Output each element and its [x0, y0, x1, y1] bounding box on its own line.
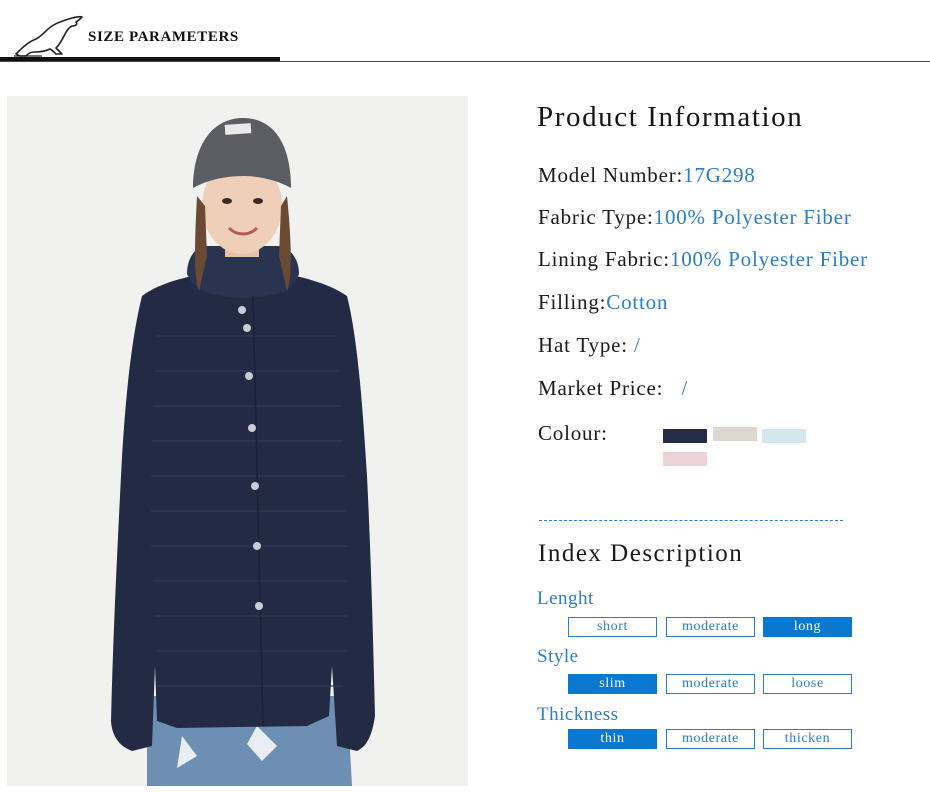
- filling-row: Filling:Cotton: [538, 290, 668, 315]
- index-description-title: Index Description: [538, 540, 744, 567]
- row-label: Market Price:: [538, 376, 682, 400]
- bear-logo-icon: [14, 15, 83, 57]
- colour-label: Colour:: [538, 421, 608, 445]
- market-price-row: Market Price: /: [538, 376, 688, 401]
- section-divider: [539, 520, 843, 521]
- hat-type-row: Hat Type: /: [538, 333, 641, 358]
- row-label: Hat Type:: [538, 333, 634, 357]
- row-label: Lining Fabric:: [538, 247, 670, 271]
- product-information-title: Product Information: [537, 101, 804, 133]
- option-style-slim[interactable]: slim: [568, 674, 657, 694]
- lining-fabric-row: Lining Fabric:100% Polyester Fiber: [538, 247, 868, 272]
- header-divider: [0, 61, 930, 62]
- option-style-loose[interactable]: loose: [763, 674, 852, 694]
- row-value: /: [633, 333, 641, 357]
- option-style-moderate[interactable]: moderate: [666, 674, 755, 694]
- row-label: Filling:: [538, 290, 607, 314]
- colour-swatch-navy[interactable]: [663, 429, 707, 443]
- option-thickness-thin[interactable]: thin: [568, 729, 657, 749]
- colour-swatch-lightblue[interactable]: [762, 429, 806, 443]
- row-value: 100% Polyester Fiber: [653, 205, 852, 229]
- option-thickness-moderate[interactable]: moderate: [666, 729, 755, 749]
- section-title: SIZE PARAMETERS: [88, 29, 239, 45]
- colour-swatch-beige[interactable]: [713, 427, 757, 441]
- colour-swatch-pink[interactable]: [663, 452, 707, 466]
- option-thickness-thicken[interactable]: thicken: [763, 729, 852, 749]
- row-value: 100% Polyester Fiber: [669, 247, 868, 271]
- category-thickness-label: Thickness: [537, 704, 619, 725]
- option-length-moderate[interactable]: moderate: [666, 617, 755, 637]
- option-length-long[interactable]: long: [763, 617, 852, 637]
- row-value: 17G298: [683, 163, 756, 187]
- category-style-label: Style: [537, 646, 579, 667]
- row-label: Model Number:: [538, 163, 684, 187]
- option-length-short[interactable]: short: [568, 617, 657, 637]
- row-label: Fabric Type:: [538, 205, 654, 229]
- model-number-row: Model Number:17G298: [538, 163, 756, 188]
- product-photo: [7, 96, 468, 786]
- row-value: Cotton: [606, 290, 669, 314]
- category-length-label: Lenght: [537, 588, 594, 609]
- fabric-type-row: Fabric Type:100% Polyester Fiber: [538, 205, 852, 230]
- row-value: /: [681, 376, 689, 400]
